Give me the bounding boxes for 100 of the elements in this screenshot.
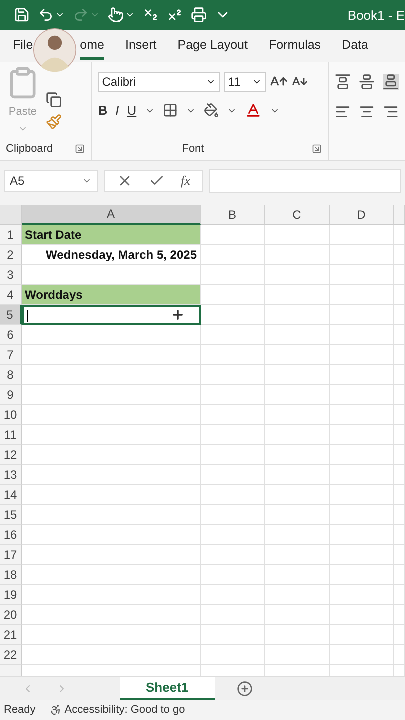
row-header[interactable]: 15 (0, 505, 22, 525)
table-cell (394, 545, 405, 565)
row-header[interactable]: 5 (0, 305, 22, 325)
row-header[interactable]: 8 (0, 365, 22, 385)
row-header[interactable]: 19 (0, 585, 22, 605)
row-header[interactable]: 6 (0, 325, 22, 345)
dialog-launcher-icon[interactable] (312, 144, 322, 154)
table-cell (394, 505, 405, 525)
table-cell (330, 305, 394, 325)
row-header[interactable]: 14 (0, 485, 22, 505)
ribbon-tab[interactable]: Insert (125, 32, 157, 60)
table-cell (265, 245, 330, 265)
sheet-tab[interactable]: Sheet1 (120, 677, 215, 700)
table-cell (265, 225, 330, 245)
ribbon-tab[interactable]: Data (342, 32, 368, 60)
format-painter-icon[interactable] (46, 114, 62, 130)
accessibility-status[interactable]: Accessibility: Good to go (64, 704, 186, 716)
style-button[interactable]: U (127, 103, 137, 118)
row-header[interactable]: 9 (0, 385, 22, 405)
align-left-icon[interactable] (335, 104, 351, 120)
row-header[interactable]: 20 (0, 605, 22, 625)
table-cell (330, 325, 394, 345)
table-cell (394, 365, 405, 385)
table-cell (201, 265, 265, 285)
middle-align-icon[interactable] (359, 74, 375, 90)
column-header[interactable]: B (201, 205, 265, 225)
style-button[interactable]: B (98, 103, 108, 118)
table-cell (330, 625, 394, 645)
table-cell (265, 625, 330, 645)
dialog-launcher-icon[interactable] (75, 144, 86, 154)
table-cell (265, 645, 330, 665)
row-header[interactable]: 12 (0, 445, 22, 465)
table-cell (330, 265, 394, 285)
align-right-icon[interactable] (383, 104, 399, 120)
add-sheet-icon[interactable] (236, 680, 253, 696)
table-cell (201, 245, 265, 265)
formula-input[interactable] (209, 169, 401, 193)
fill-color-icon[interactable] (204, 103, 219, 118)
align-center-icon[interactable] (359, 104, 375, 120)
table-cell (265, 345, 330, 365)
active-cell[interactable] (22, 305, 201, 325)
insert-function-button[interactable]: fx (181, 173, 190, 189)
copy-icon[interactable] (46, 92, 62, 108)
row-header[interactable]: 22 (0, 645, 22, 665)
window-title: Book1 - E (348, 8, 405, 22)
table-cell (330, 385, 394, 405)
column-header[interactable]: D (330, 205, 394, 225)
bottom-align-icon[interactable] (383, 74, 399, 90)
row-header[interactable]: 2 (0, 245, 22, 265)
table-cell (394, 565, 405, 585)
font-size: 11 (228, 75, 241, 89)
row-header[interactable]: 16 (0, 525, 22, 545)
table-cell: Worddays (22, 285, 201, 305)
printer-icon[interactable] (191, 7, 207, 23)
undo-icon[interactable] (38, 7, 54, 23)
table-cell (394, 605, 405, 625)
table-cell (265, 425, 330, 445)
row-header[interactable]: 1 (0, 225, 22, 245)
table-cell (330, 405, 394, 425)
superscript-icon[interactable] (167, 7, 183, 23)
table-cell (330, 425, 394, 445)
font-color-icon[interactable] (244, 102, 262, 119)
subscript-icon[interactable] (143, 7, 159, 23)
row-header[interactable]: 17 (0, 545, 22, 565)
top-align-icon[interactable] (335, 74, 351, 90)
row-header[interactable]: 13 (0, 465, 22, 485)
table-cell (330, 225, 394, 245)
table-cell (201, 345, 265, 365)
table-cell (330, 545, 394, 565)
column-header[interactable]: A (22, 205, 201, 225)
table-cell (330, 285, 394, 305)
ribbon-tab[interactable]: Formulas (268, 32, 322, 60)
column-header[interactable]: C (265, 205, 330, 225)
row-header[interactable]: 7 (0, 345, 22, 365)
row-header[interactable]: 4 (0, 285, 22, 305)
borders-icon[interactable] (162, 103, 178, 118)
table-cell (330, 605, 394, 625)
row-header[interactable]: 11 (0, 425, 22, 445)
accessibility-icon[interactable] (50, 704, 62, 716)
font-size-field[interactable]: 11 (224, 72, 266, 92)
name-box[interactable]: A5 (4, 170, 98, 192)
row-header[interactable]: 3 (0, 265, 22, 285)
table-cell (201, 325, 265, 345)
table-cell (330, 585, 394, 605)
ribbon-tab[interactable]: Page Layout (178, 32, 248, 60)
table-cell (394, 525, 405, 545)
table-cell (330, 645, 394, 665)
font-name-field[interactable]: Calibri (98, 72, 220, 92)
table-cell (330, 245, 394, 265)
touch-mode-icon[interactable] (108, 7, 124, 23)
ribbon-tab[interactable]: File (13, 32, 34, 60)
table-cell (201, 605, 265, 625)
style-button[interactable]: I (116, 103, 120, 118)
table-cell (330, 565, 394, 585)
row-header[interactable]: 21 (0, 625, 22, 645)
table-cell (265, 305, 330, 325)
row-header[interactable]: 18 (0, 565, 22, 585)
row-header[interactable]: 10 (0, 405, 22, 425)
save-icon[interactable] (14, 7, 30, 23)
table-cell (330, 345, 394, 365)
